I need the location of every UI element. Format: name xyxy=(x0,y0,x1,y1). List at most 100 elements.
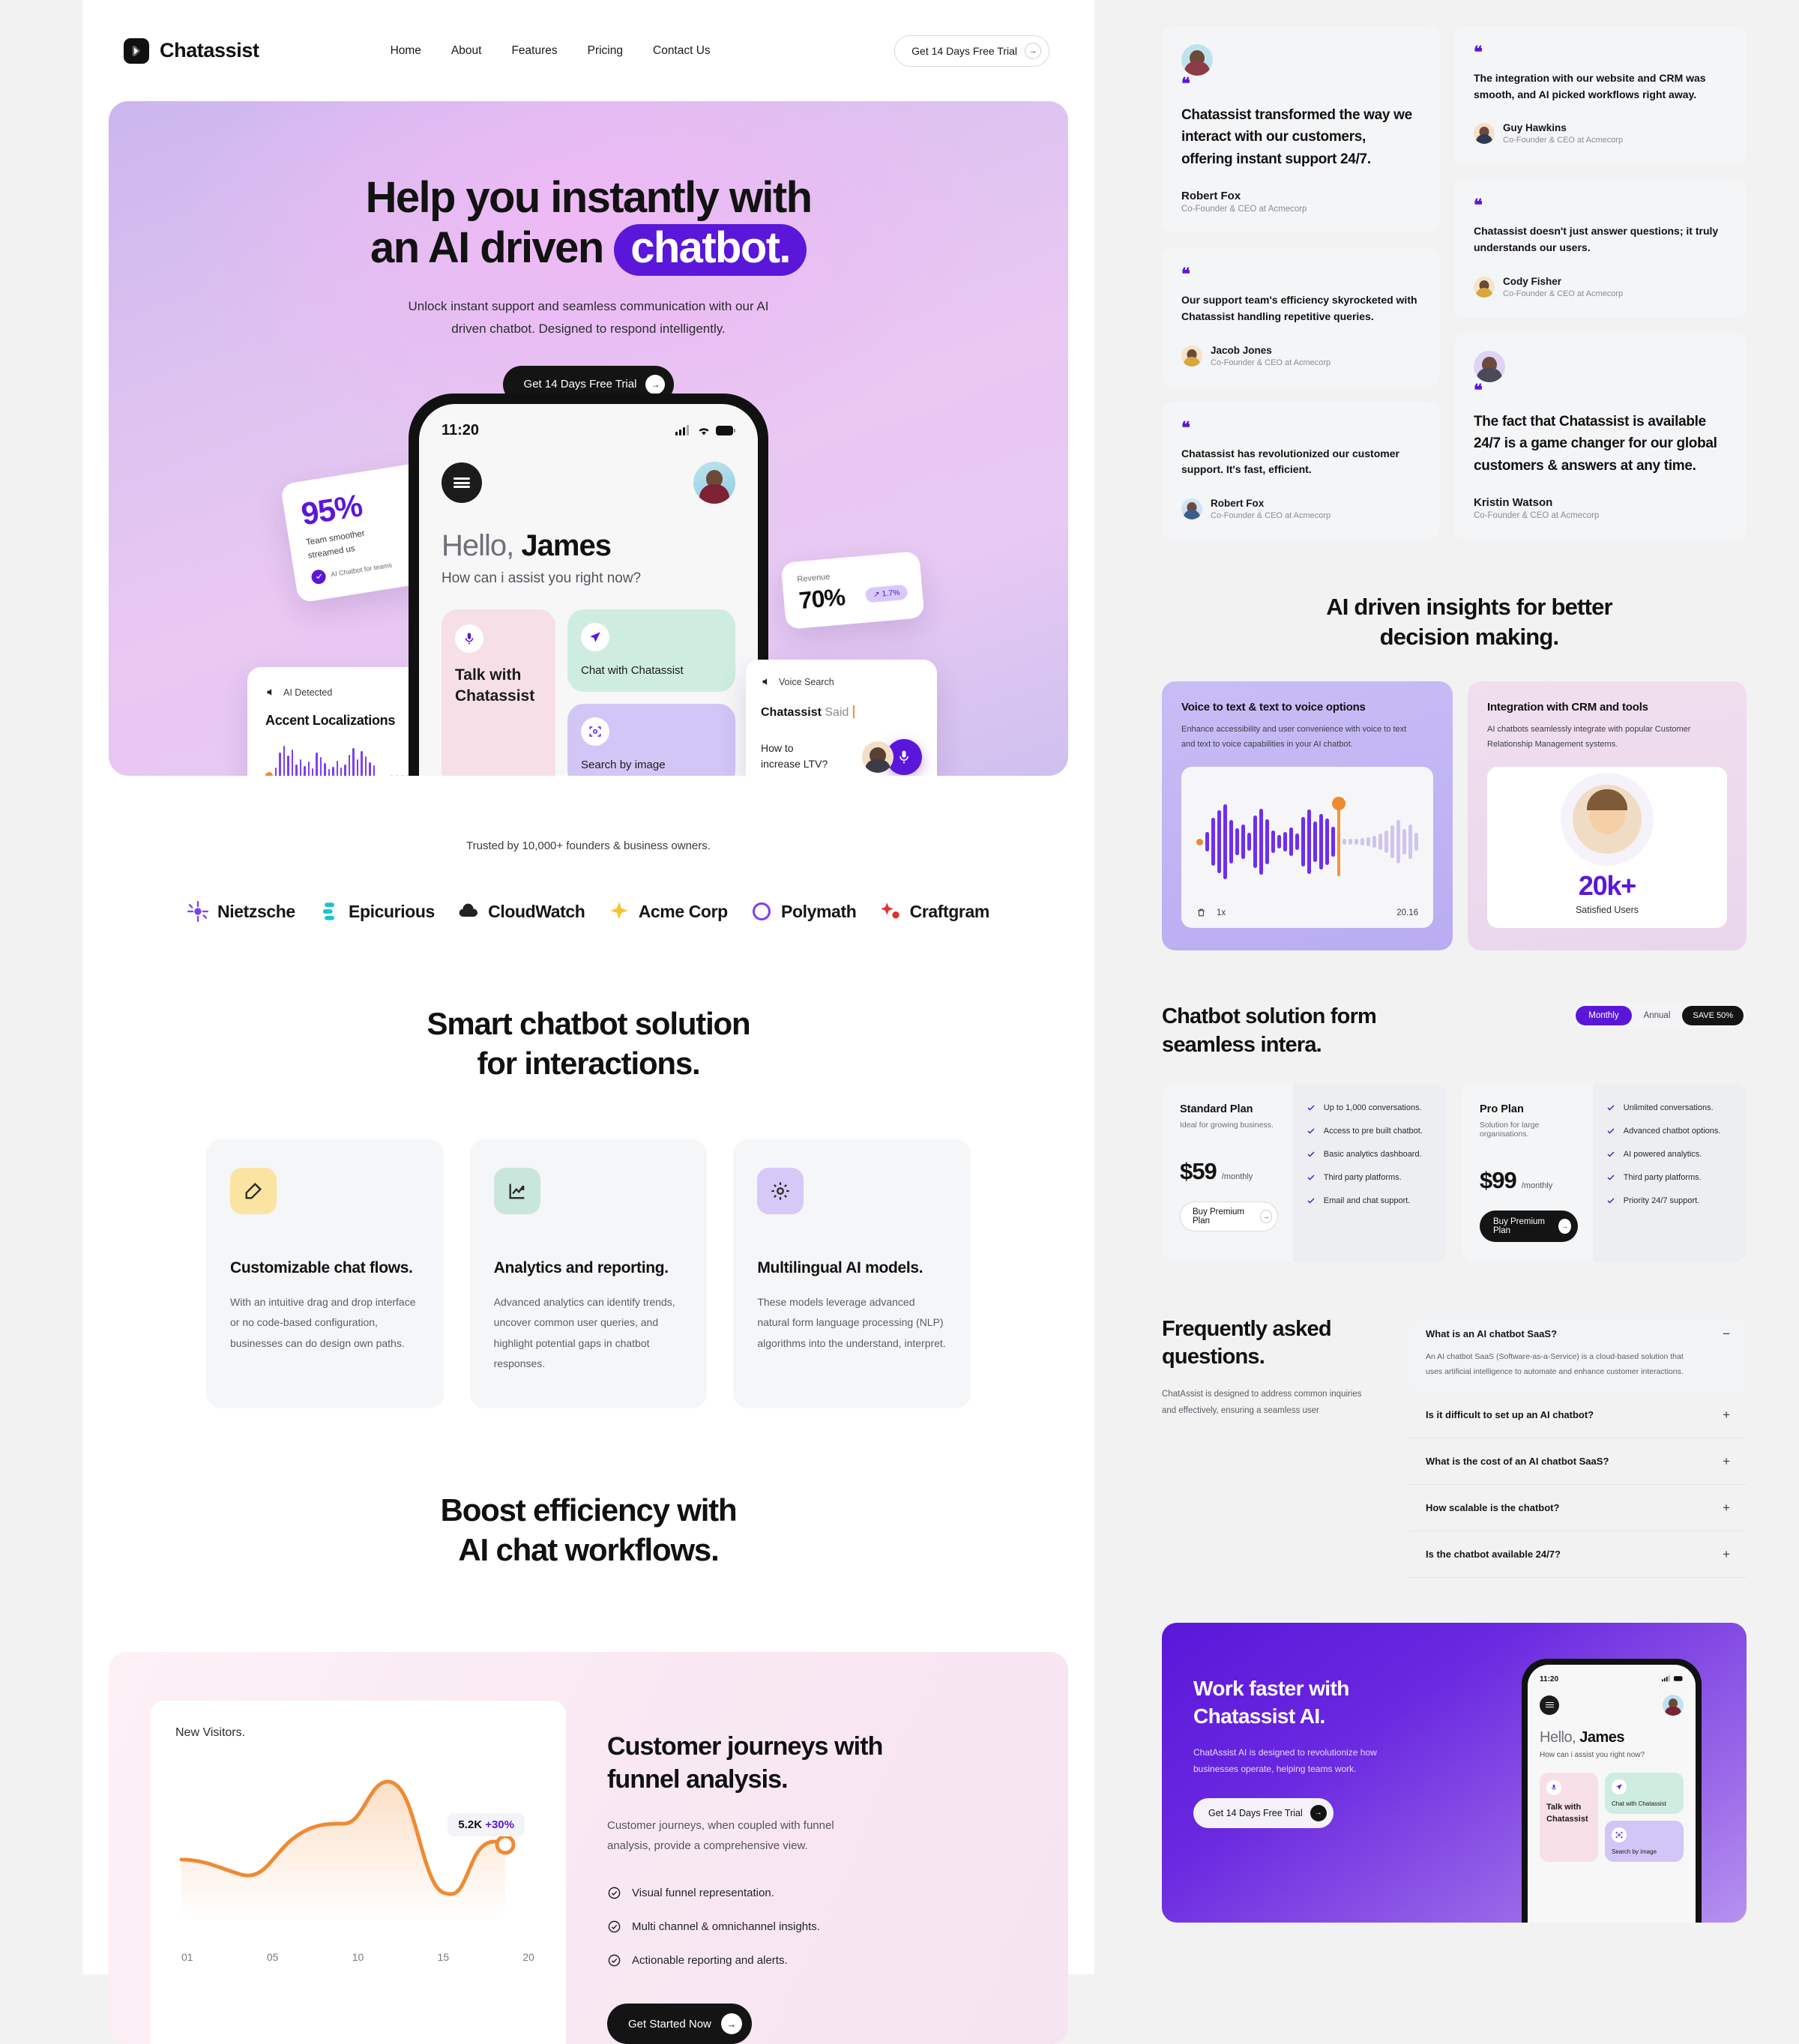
nav-link-pricing[interactable]: Pricing xyxy=(588,44,623,58)
mic-icon xyxy=(900,750,908,764)
brand-logo[interactable]: Chatassist xyxy=(124,37,259,64)
testimonial-quote: The fact that Chatassist is available 24… xyxy=(1474,413,1717,474)
arrow-right-icon: → xyxy=(720,2013,742,2035)
hero-revenue-card: Revenue 70% ↗ 1.7% xyxy=(780,551,925,630)
get-started-button[interactable]: Get Started Now → xyxy=(607,2004,752,2044)
billing-toggle[interactable]: Monthly Annual SAVE 50% xyxy=(1573,1003,1747,1029)
trash-icon[interactable] xyxy=(1196,908,1206,917)
right-column: ❝ Chatassist transformed the way we inte… xyxy=(1139,0,1799,1974)
menu-icon[interactable] xyxy=(1540,1695,1559,1715)
faq-item[interactable]: What is an AI chatbot SaaS? − An AI chat… xyxy=(1409,1315,1747,1392)
plan-feature: Advanced chatbot options. xyxy=(1606,1127,1733,1136)
hero-title-highlight: chatbot. xyxy=(614,224,807,277)
check-icon xyxy=(1607,1105,1615,1111)
testimonial-card: ❝ Chatassist has revolutionized our cust… xyxy=(1162,401,1439,540)
avatar xyxy=(1181,44,1213,76)
phone-greeting: Hello, James xyxy=(1540,1728,1624,1746)
arrow-right-icon: → xyxy=(645,374,666,394)
minus-icon[interactable]: − xyxy=(1723,1327,1730,1340)
feature-body: With an intuitive drag and drop interfac… xyxy=(230,1296,416,1349)
phone-card-chat[interactable]: Chat with Chatassist xyxy=(567,609,735,693)
phone-question: How can i assist you right now? xyxy=(1540,1750,1645,1759)
hero-voice-card: Voice Search Chatassist Said How to incr… xyxy=(746,660,937,776)
phone-card-search[interactable]: Search by image xyxy=(567,704,735,776)
playback-speed[interactable]: 1x xyxy=(1217,908,1226,917)
phone-card-talk[interactable]: Talk with Chatassist xyxy=(1540,1772,1598,1862)
chart-svg xyxy=(179,1779,516,1920)
funnel-lead: Customer journeys, when coupled with fun… xyxy=(607,1819,834,1853)
nav-link-features[interactable]: Features xyxy=(511,44,557,58)
faq-item[interactable]: How scalable is the chatbot? + xyxy=(1409,1485,1747,1531)
phone-card-talk[interactable]: Talk with Chatassist xyxy=(442,609,555,776)
plus-icon[interactable]: + xyxy=(1723,1501,1730,1514)
bars-icon xyxy=(322,902,335,920)
cta-heading: Work faster with Chatassist AI. xyxy=(1193,1676,1349,1728)
check-icon xyxy=(1307,1175,1315,1181)
stat-95-tiny: AI Chatbot for teams xyxy=(330,561,393,579)
phone-card-search-label: Search by image xyxy=(1612,1848,1657,1855)
voice-player: 1x 20.16 xyxy=(1181,767,1433,929)
cloud-icon xyxy=(459,903,478,917)
plan-price: $99 xyxy=(1480,1166,1517,1193)
phone-card-chat-label: Chat with Chatassist xyxy=(581,664,684,677)
testimonial-card: ❝ Our support team's efficiency skyrocke… xyxy=(1162,248,1439,387)
faq-item[interactable]: What is the cost of an AI chatbot SaaS? … xyxy=(1409,1438,1747,1485)
trusted-text: Trusted by 10,000+ founders & business o… xyxy=(466,839,711,852)
nav-trial-button[interactable]: Get 14 Days Free Trial → xyxy=(894,34,1049,67)
revenue-value: 70% xyxy=(798,583,846,615)
plan-feature: Third party platforms. xyxy=(1606,1173,1733,1182)
cta-trial-label: Get 14 Days Free Trial xyxy=(1208,1807,1303,1818)
check-icon xyxy=(1307,1151,1315,1157)
pricing-header: Chatbot solution form seamless intera. M… xyxy=(1139,950,1799,1059)
logo-craftgram: Craftgram xyxy=(880,901,989,922)
quote-icon: ❝ xyxy=(1474,43,1483,61)
avatar xyxy=(1474,123,1495,145)
hero-title-line2: an AI driven xyxy=(370,223,604,273)
faq-item[interactable]: Is it difficult to set up an AI chatbot?… xyxy=(1409,1392,1747,1438)
nav-link-about[interactable]: About xyxy=(451,44,482,58)
nav-link-contact[interactable]: Contact Us xyxy=(653,44,711,58)
quote-icon: ❝ xyxy=(1474,196,1483,215)
hero-trial-label: Get 14 Days Free Trial xyxy=(523,378,637,391)
check-icon xyxy=(1307,1198,1315,1204)
plan-buy-button[interactable]: Buy Premium Plan → xyxy=(1480,1210,1578,1242)
phone-card-chat[interactable]: Chat with Chatassist xyxy=(1605,1772,1684,1814)
quote-icon: ❝ xyxy=(1474,380,1483,400)
plan-sub: Ideal for growing business. xyxy=(1180,1120,1274,1130)
testimonial-name: Jacob Jones xyxy=(1211,344,1272,356)
satisfied-users-label: Satisfied Users xyxy=(1575,904,1639,915)
feature-title: Analytics and reporting. xyxy=(493,1259,669,1276)
quote-icon: ❝ xyxy=(1181,74,1190,93)
cta-trial-button[interactable]: Get 14 Days Free Trial → xyxy=(1193,1797,1334,1828)
star-cluster-icon xyxy=(880,902,900,919)
plus-icon[interactable]: + xyxy=(1723,1548,1730,1561)
landing-page: Chatassist Home About Features Pricing C… xyxy=(0,0,1799,2044)
funnel-bullet: Multi channel & omnichannel insights. xyxy=(607,1920,1023,1934)
toggle-annual[interactable]: Annual xyxy=(1635,1006,1680,1025)
send-icon xyxy=(581,623,609,651)
menu-icon[interactable] xyxy=(442,462,482,503)
faq-item[interactable]: Is the chatbot available 24/7? + xyxy=(1409,1531,1747,1578)
plan-pro: Pro Plan Solution for large organisation… xyxy=(1462,1083,1747,1261)
plus-icon[interactable]: + xyxy=(1723,1408,1730,1421)
arrow-right-icon: → xyxy=(1260,1209,1272,1223)
phone-card-search[interactable]: Search by image xyxy=(1605,1820,1684,1862)
feature-card: Analytics and reporting. Advanced analyt… xyxy=(469,1139,708,1409)
check-circle-icon xyxy=(608,1954,621,1967)
speaker-icon xyxy=(267,689,272,696)
plan-buy-button[interactable]: Buy Premium Plan → xyxy=(1180,1201,1278,1231)
avatar xyxy=(1181,345,1202,367)
plus-icon[interactable]: + xyxy=(1723,1455,1730,1468)
testimonial-role: Co-Founder & CEO at Acmecorp xyxy=(1503,136,1624,145)
avatar xyxy=(1573,784,1642,854)
signal-icon xyxy=(1662,1674,1670,1681)
phone-card-talk-label: Talk with Chatassist xyxy=(455,666,535,705)
insight-card-crm: Integration with CRM and tools AI chatbo… xyxy=(1468,681,1747,951)
nav-link-home[interactable]: Home xyxy=(391,44,421,58)
speaker-icon xyxy=(762,678,768,685)
nav-links: Home About Features Pricing Contact Us xyxy=(391,44,711,58)
check-icon xyxy=(1607,1151,1615,1157)
plan-price: $59 xyxy=(1180,1157,1217,1184)
plan-features: Up to 1,000 conversations. Access to pre… xyxy=(1292,1083,1447,1261)
toggle-monthly[interactable]: Monthly xyxy=(1576,1006,1632,1026)
